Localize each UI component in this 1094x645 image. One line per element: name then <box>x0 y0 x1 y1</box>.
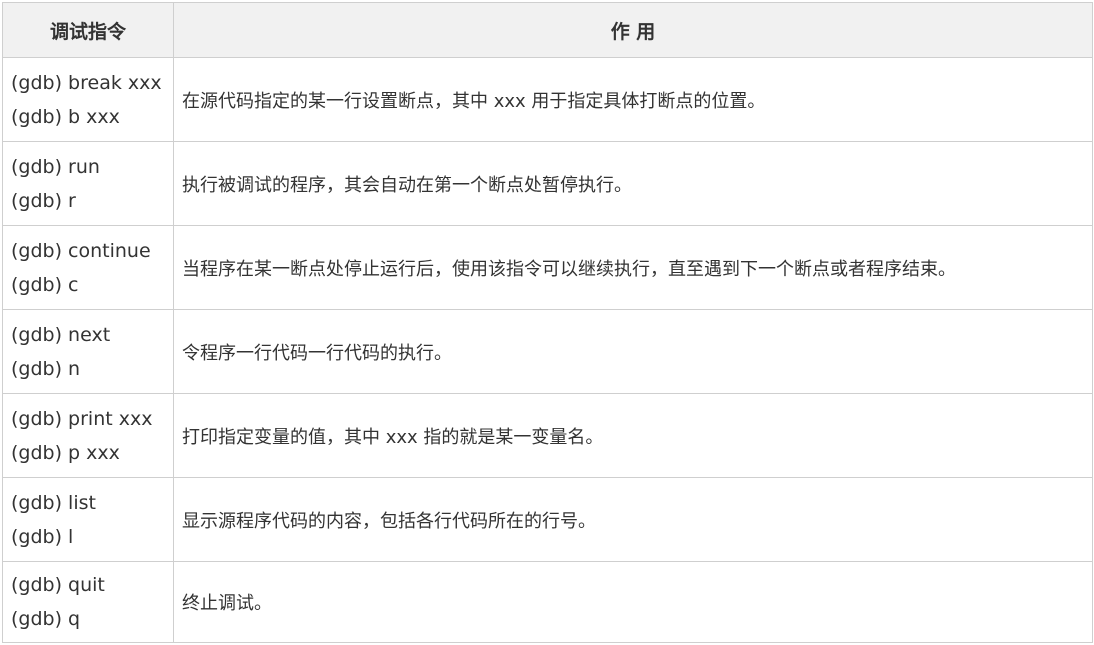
command-short: (gdb) p xxx <box>11 441 120 464</box>
description-cell: 令程序一行代码一行代码的执行。 <box>173 309 1093 394</box>
command-cell: (gdb) break xxx (gdb) b xxx <box>2 57 174 142</box>
description-cell: 执行被调试的程序，其会自动在第一个断点处暂停执行。 <box>173 141 1093 226</box>
description-cell: 显示源程序代码的内容，包括各行代码所在的行号。 <box>173 477 1093 562</box>
command-long: (gdb) next <box>11 323 111 346</box>
table-row: (gdb) quit (gdb) q 终止调试。 <box>2 561 1093 643</box>
command-short: (gdb) c <box>11 273 79 296</box>
command-short: (gdb) b xxx <box>11 105 120 128</box>
header-effect: 作 用 <box>173 2 1093 58</box>
command-cell: (gdb) quit (gdb) q <box>2 561 174 643</box>
command-cell: (gdb) next (gdb) n <box>2 309 174 394</box>
command-long: (gdb) print xxx <box>11 407 153 430</box>
command-long: (gdb) run <box>11 155 100 178</box>
table-row: (gdb) run (gdb) r 执行被调试的程序，其会自动在第一个断点处暂停… <box>2 141 1093 226</box>
table-row: (gdb) continue (gdb) c 当程序在某一断点处停止运行后，使用… <box>2 225 1093 310</box>
command-short: (gdb) r <box>11 189 76 212</box>
command-short: (gdb) q <box>11 608 81 630</box>
command-short: (gdb) l <box>11 525 74 548</box>
table-row: (gdb) print xxx (gdb) p xxx 打印指定变量的值，其中 … <box>2 393 1093 478</box>
table-row: (gdb) next (gdb) n 令程序一行代码一行代码的执行。 <box>2 309 1093 394</box>
command-long: (gdb) continue <box>11 239 151 262</box>
table-header-row: 调试指令 作 用 <box>2 2 1093 58</box>
gdb-commands-table: 调试指令 作 用 (gdb) break xxx (gdb) b xxx 在源代… <box>2 2 1093 643</box>
command-cell: (gdb) run (gdb) r <box>2 141 174 226</box>
table-row: (gdb) list (gdb) l 显示源程序代码的内容，包括各行代码所在的行… <box>2 477 1093 562</box>
command-short: (gdb) n <box>11 357 81 380</box>
command-cell: (gdb) print xxx (gdb) p xxx <box>2 393 174 478</box>
table-row: (gdb) break xxx (gdb) b xxx 在源代码指定的某一行设置… <box>2 57 1093 142</box>
description-cell: 在源代码指定的某一行设置断点，其中 xxx 用于指定具体打断点的位置。 <box>173 57 1093 142</box>
command-long: (gdb) quit <box>11 574 105 596</box>
command-cell: (gdb) list (gdb) l <box>2 477 174 562</box>
description-cell: 当程序在某一断点处停止运行后，使用该指令可以继续执行，直至遇到下一个断点或者程序… <box>173 225 1093 310</box>
header-command: 调试指令 <box>2 2 174 58</box>
command-cell: (gdb) continue (gdb) c <box>2 225 174 310</box>
command-long: (gdb) break xxx <box>11 71 162 94</box>
description-cell: 打印指定变量的值，其中 xxx 指的就是某一变量名。 <box>173 393 1093 478</box>
command-long: (gdb) list <box>11 491 96 514</box>
description-cell: 终止调试。 <box>173 561 1093 643</box>
